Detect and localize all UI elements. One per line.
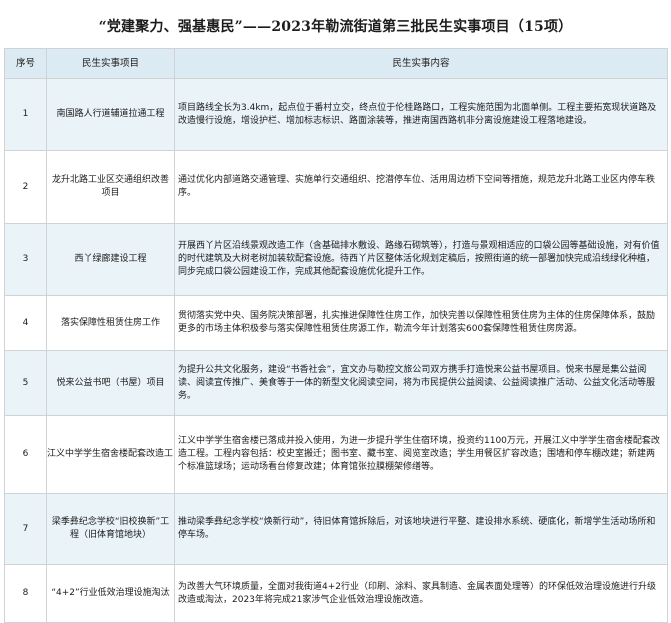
column-header-name: 民生实事项目: [46, 48, 175, 79]
row-project-name: 南国路人行道辅道拉通工程: [46, 78, 175, 151]
row-seq: 6: [4, 415, 47, 494]
table-row: 1 南国路人行道辅道拉通工程 项目路线全长为3.4km，起点位于番村立交，终点位…: [4, 78, 668, 151]
table-row: 5 悦来公益书吧（书屋）项目 为提升公共文化服务，建设“书香社会”，宜文办与勒控…: [4, 350, 668, 416]
row-seq: 4: [4, 295, 47, 351]
page: “党建聚力、强基惠民”——2023年勒流街道第三批民生实事项目（15项） 序号 …: [0, 0, 671, 623]
row-project-name: 西丫绿廊建设工程: [46, 223, 175, 296]
table-row: 7 梁季彝纪念学校“旧校换新”工程（旧体育馆地块） 推动梁季彝纪念学校“焕新行动…: [4, 493, 668, 565]
row-project-content: 江义中学学生宿舍楼已落成并投入使用，为进一步提升学生住宿环境，投资约1100万元…: [174, 415, 668, 494]
row-project-name: “4+2”行业低效治理设施淘汰: [46, 564, 175, 623]
table-header-row: 序号 民生实事项目 民生实事内容: [4, 48, 668, 79]
row-project-content: 开展西丫片区沿线景观改造工作（含基础排水敷设、路缘石砌筑等），打造与景观相适应的…: [174, 223, 668, 296]
table-row: 2 龙升北路工业区交通组织改善项目 通过优化内部道路交通管理、实施单行交通组织、…: [4, 150, 668, 224]
row-project-name: 龙升北路工业区交通组织改善项目: [46, 150, 175, 224]
row-seq: 2: [4, 150, 47, 224]
projects-table: 序号 民生实事项目 民生实事内容 1 南国路人行道辅道拉通工程 项目路线全长为3…: [4, 48, 668, 623]
row-project-name: 梁季彝纪念学校“旧校换新”工程（旧体育馆地块）: [46, 493, 175, 565]
row-project-content: 项目路线全长为3.4km，起点位于番村立交，终点位于伦桂路路口，工程实施范围为北…: [174, 78, 668, 151]
row-seq: 1: [4, 78, 47, 151]
table-row: 6 江义中学学生宿舍楼配套改造工 江义中学学生宿舍楼已落成并投入使用，为进一步提…: [4, 415, 668, 494]
table-row: 4 落实保障性租赁住房工作 贯彻落实党中央、国务院决策部署，扎实推进保障性住房工…: [4, 295, 668, 351]
row-project-content: 为提升公共文化服务，建设“书香社会”，宜文办与勒控文旅公司双方携手打造悦来公益书…: [174, 350, 668, 416]
column-header-seq: 序号: [4, 48, 47, 79]
row-project-content: 为改善大气环境质量，全面对我街道4+2行业（印刷、涂料、家具制造、金属表面处理等…: [174, 564, 668, 623]
row-seq: 8: [4, 564, 47, 623]
row-project-content: 通过优化内部道路交通管理、实施单行交通组织、挖潜停车位、活用周边桥下空间等措施，…: [174, 150, 668, 224]
row-project-content: 贯彻落实党中央、国务院决策部署，扎实推进保障性住房工作，加快完善以保障性租赁住房…: [174, 295, 668, 351]
row-project-content: 推动梁季彝纪念学校“焕新行动”，待旧体育馆拆除后，对该地块进行平整、建设排水系统…: [174, 493, 668, 565]
row-seq: 7: [4, 493, 47, 565]
row-project-name: 落实保障性租赁住房工作: [46, 295, 175, 351]
row-project-name: 悦来公益书吧（书屋）项目: [46, 350, 175, 416]
row-project-name: 江义中学学生宿舍楼配套改造工: [46, 415, 175, 494]
page-title: “党建聚力、强基惠民”——2023年勒流街道第三批民生实事项目（15项）: [98, 18, 573, 35]
table-row: 3 西丫绿廊建设工程 开展西丫片区沿线景观改造工作（含基础排水敷设、路缘石砌筑等…: [4, 223, 668, 296]
row-seq: 5: [4, 350, 47, 416]
column-header-content: 民生实事内容: [174, 48, 668, 79]
table-row: 8 “4+2”行业低效治理设施淘汰 为改善大气环境质量，全面对我街道4+2行业（…: [4, 564, 668, 623]
row-seq: 3: [4, 223, 47, 296]
